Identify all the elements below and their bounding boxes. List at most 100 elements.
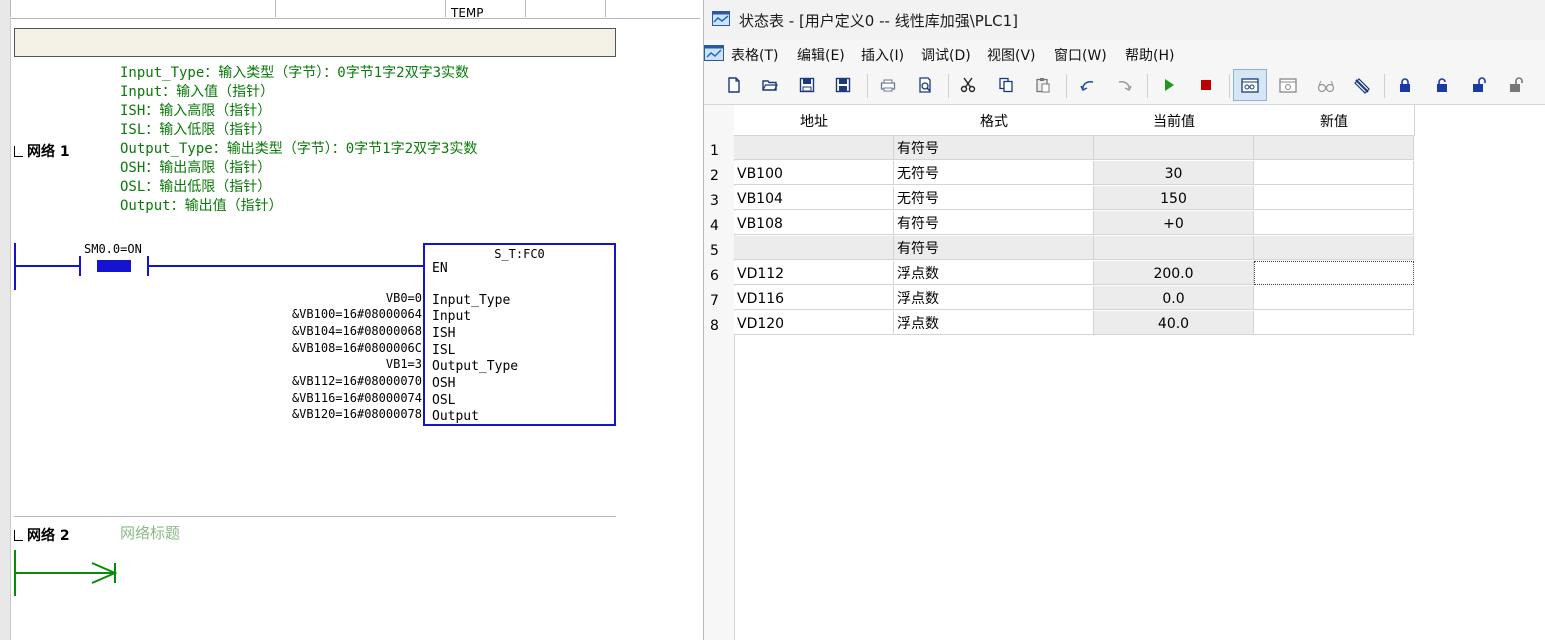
paste-button[interactable] — [1030, 72, 1056, 98]
menu-view[interactable]: 视图(V) — [987, 45, 1036, 65]
copy-button[interactable] — [993, 72, 1019, 98]
network2-title[interactable]: 网络标题 — [120, 522, 180, 543]
menu-help[interactable]: 帮助(H) — [1125, 45, 1174, 65]
redo-icon — [1118, 81, 1132, 92]
param-osl[interactable]: &VB116=16#08000074 — [292, 391, 422, 405]
address-cell[interactable]: VD120 — [734, 311, 894, 335]
new-value-cell[interactable] — [1254, 136, 1414, 160]
row-number[interactable]: 1 — [710, 143, 719, 159]
current-value-cell: 200.0 — [1094, 261, 1254, 285]
network2-label-text: 网络 2 — [27, 528, 70, 544]
redo-button[interactable] — [1112, 72, 1138, 98]
address-cell[interactable]: VB108 — [734, 211, 894, 235]
print-button[interactable] — [875, 72, 901, 98]
param-ish[interactable]: &VB104=16#08000068 — [292, 324, 422, 338]
format-cell[interactable]: 浮点数 — [894, 311, 1094, 335]
block-pin-ish: ISH — [432, 326, 456, 341]
window-titlebar[interactable]: 状态表 - [用户定义0 -- 线性库加强\PLC1] — [704, 0, 1545, 40]
menu-insert[interactable]: 插入(I) — [861, 45, 904, 65]
param-isl[interactable]: &VB108=16#0800006C — [292, 341, 422, 355]
row-number[interactable]: 5 — [710, 243, 719, 259]
chart-status-button[interactable] — [1233, 69, 1267, 101]
new-value-cell-selected[interactable] — [1254, 261, 1414, 285]
mdi-document-icon[interactable] — [704, 44, 724, 62]
stop-button[interactable] — [1193, 72, 1219, 98]
param-input[interactable]: &VB100=16#08000064 — [292, 307, 422, 321]
format-cell[interactable]: 无符号 — [894, 161, 1094, 185]
status-table-grid: 地址 格式 当前值 新值 1 有符号 2 VB100 无符号 30 3 VB10… — [704, 105, 1545, 640]
address-cell[interactable] — [734, 136, 894, 160]
new-value-cell[interactable] — [1254, 161, 1414, 185]
column-header-current-value[interactable]: 当前值 — [1094, 105, 1255, 136]
network2-label[interactable]: 网络 2 — [14, 525, 70, 545]
row-number[interactable]: 6 — [710, 268, 719, 284]
save-all-button[interactable] — [830, 72, 856, 98]
undo-button[interactable] — [1074, 72, 1100, 98]
new-file-icon — [728, 77, 740, 93]
format-cell[interactable]: 无符号 — [894, 186, 1094, 210]
format-cell[interactable]: 浮点数 — [894, 286, 1094, 310]
row-number[interactable]: 3 — [710, 193, 719, 209]
address-cell[interactable]: VD112 — [734, 261, 894, 285]
print-icon — [880, 79, 896, 92]
stop-icon — [1201, 80, 1211, 90]
unforce-all-button[interactable] — [1466, 72, 1492, 98]
format-cell[interactable]: 有符号 — [894, 136, 1094, 160]
window-title: 状态表 - [用户定义0 -- 线性库加强\PLC1] — [739, 12, 1019, 30]
new-value-cell[interactable] — [1254, 236, 1414, 260]
save-all-icon — [835, 77, 851, 93]
force-button[interactable] — [1392, 72, 1418, 98]
status-monitor-icon — [1241, 78, 1259, 93]
write-all-button[interactable] — [1312, 72, 1338, 98]
new-value-cell[interactable] — [1254, 186, 1414, 210]
cut-button[interactable] — [955, 72, 981, 98]
trend-view-button[interactable] — [1348, 72, 1374, 98]
read-forced-lock-icon — [1510, 77, 1523, 92]
current-value-cell: +0 — [1094, 211, 1254, 235]
format-cell[interactable]: 浮点数 — [894, 261, 1094, 285]
address-cell[interactable]: VB100 — [734, 161, 894, 185]
toolbar-separator — [1066, 74, 1067, 98]
column-header-format[interactable]: 格式 — [894, 105, 1095, 136]
row-number[interactable]: 4 — [710, 218, 719, 234]
run-button[interactable] — [1156, 72, 1182, 98]
save-button[interactable] — [794, 72, 820, 98]
pencil-icon — [1354, 78, 1370, 94]
row-number[interactable]: 7 — [710, 293, 719, 309]
new-value-cell[interactable] — [1254, 211, 1414, 235]
format-cell[interactable]: 有符号 — [894, 236, 1094, 260]
new-value-cell[interactable] — [1254, 286, 1414, 310]
param-osh[interactable]: &VB112=16#08000070 — [292, 374, 422, 388]
collapse-bracket-icon[interactable] — [14, 530, 23, 541]
menu-edit[interactable]: 编辑(E) — [797, 45, 845, 65]
param-output[interactable]: &VB120=16#08000078 — [292, 407, 422, 421]
column-header-address[interactable]: 地址 — [734, 105, 895, 136]
contact-label[interactable]: SM0.0=ON — [84, 242, 142, 256]
toolbar-separator — [867, 74, 868, 98]
new-value-cell[interactable] — [1254, 311, 1414, 335]
open-button[interactable] — [757, 72, 783, 98]
menu-window[interactable]: 窗口(W) — [1054, 45, 1107, 65]
toolbar-separator — [1384, 74, 1385, 98]
unlock-icon — [1437, 78, 1447, 92]
address-cell[interactable]: VB104 — [734, 186, 894, 210]
menu-debug[interactable]: 调试(D) — [921, 45, 971, 65]
unforce-button[interactable] — [1429, 72, 1455, 98]
block-pin-isl: ISL — [432, 343, 456, 358]
new-button[interactable] — [721, 72, 747, 98]
print-preview-button[interactable] — [912, 72, 938, 98]
param-input-type[interactable]: VB0=0 — [386, 291, 422, 305]
row-number[interactable]: 8 — [710, 318, 719, 334]
column-header-new-value[interactable]: 新值 — [1254, 105, 1415, 136]
param-output-type[interactable]: VB1=3 — [386, 357, 422, 371]
row-number[interactable]: 2 — [710, 168, 719, 184]
lock-icon — [1400, 78, 1410, 92]
current-value-cell — [1094, 136, 1254, 160]
read-forced-button[interactable] — [1503, 72, 1529, 98]
address-cell[interactable] — [734, 236, 894, 260]
single-read-button[interactable] — [1274, 72, 1300, 98]
format-cell[interactable]: 有符号 — [894, 211, 1094, 235]
address-cell[interactable]: VD116 — [734, 286, 894, 310]
function-block-s-t[interactable]: S_T:FC0 EN Input_Type Input ISH ISL Outp… — [423, 243, 616, 426]
menu-table[interactable]: 表格(T) — [731, 45, 778, 65]
